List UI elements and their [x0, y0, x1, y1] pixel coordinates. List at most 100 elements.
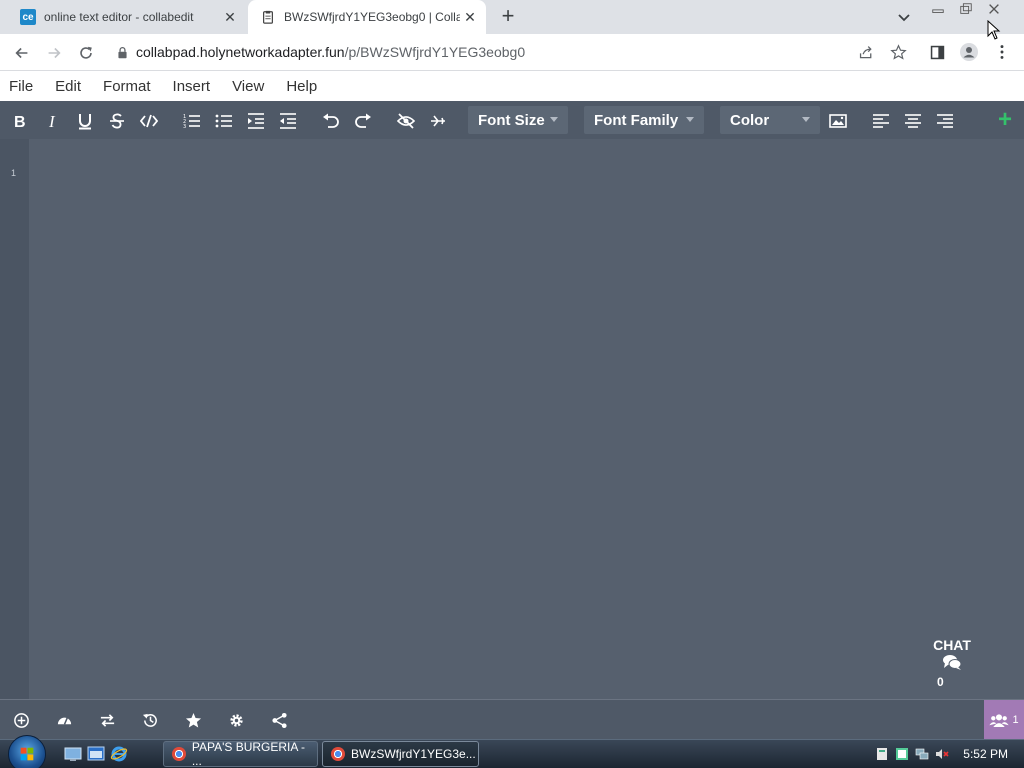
chrome-icon [331, 747, 345, 761]
url-path: /p/BWzSWfjrdY1YEG3eobg0 [344, 44, 526, 60]
app-bottom-bar: 1 [0, 699, 1024, 740]
svg-text:3: 3 [183, 124, 186, 130]
taskbar-window-collabpad[interactable]: BWzSWfjrdY1YEG3e... [322, 741, 479, 767]
browser-tab-strip: ce online text editor - collabedit ✕ BWz… [0, 0, 1024, 34]
bookmark-star-icon[interactable] [887, 41, 909, 63]
star-icon[interactable] [183, 710, 203, 730]
tab-search-chevron-icon[interactable] [894, 7, 914, 27]
taskbar-window-papas-burgeria[interactable]: PAPA'S BURGERIA - ... [163, 740, 318, 768]
redo-icon[interactable] [352, 110, 374, 132]
clock-time[interactable]: 5:52 PM [963, 747, 1008, 761]
line-number: 1 [11, 168, 17, 178]
add-plus-icon[interactable]: + [994, 108, 1016, 132]
swap-arrows-icon[interactable] [97, 710, 117, 730]
forward-arrow-icon[interactable] [42, 41, 66, 65]
volume-muted-icon[interactable] [935, 747, 949, 761]
font-family-label: Font Family [594, 111, 679, 129]
tab-title: online text editor - collabedit [44, 10, 194, 24]
chat-bubbles-icon [943, 655, 962, 670]
svg-text:I: I [48, 112, 56, 130]
color-label: Color [730, 111, 770, 129]
mouse-cursor-icon [987, 20, 1001, 40]
menu-format[interactable]: Format [103, 78, 151, 95]
new-tab-button[interactable]: + [496, 5, 520, 29]
font-size-label: Font Size [478, 111, 545, 129]
share-nodes-icon[interactable] [269, 710, 289, 730]
speedometer-icon[interactable] [54, 710, 74, 730]
align-center-icon[interactable] [902, 110, 924, 132]
users-icon [989, 714, 1010, 727]
url-host: collabpad.holynetworkadapter.fun [136, 44, 345, 60]
caret-down-icon [686, 117, 694, 122]
settings-gear-icon[interactable] [226, 710, 246, 730]
hide-eye-icon[interactable] [395, 110, 417, 132]
start-orb-icon[interactable] [8, 735, 46, 768]
chat-button[interactable]: CHAT 0 [912, 628, 992, 696]
network-icon[interactable] [915, 747, 929, 761]
underline-icon[interactable] [74, 110, 96, 132]
line-number-gutter: 1 [0, 139, 29, 699]
align-right-icon[interactable] [934, 110, 956, 132]
close-tab-icon[interactable]: ✕ [460, 7, 480, 27]
minimize-icon[interactable] [924, 0, 952, 18]
menu-insert[interactable]: Insert [173, 78, 211, 95]
image-icon[interactable] [827, 110, 849, 132]
browser-toolbar: collabpad.holynetworkadapter.fun/p/BWzSW… [0, 34, 1024, 71]
tray-app-icon[interactable] [875, 747, 889, 761]
caret-down-icon [550, 117, 558, 122]
chat-label: CHAT [933, 637, 971, 653]
profile-avatar-icon[interactable] [958, 41, 980, 63]
history-icon[interactable] [140, 710, 160, 730]
browser-tab-collabpad[interactable]: BWzSWfjrdY1YEG3eobg0 | Collabpad ✕ [248, 0, 486, 34]
clipboard-favicon-icon [260, 9, 276, 25]
color-dropdown[interactable]: Color [720, 106, 820, 134]
browser-menu-icon[interactable] [991, 41, 1013, 63]
add-circle-icon[interactable] [11, 710, 31, 730]
browser-tab-collabedit[interactable]: ce online text editor - collabedit ✕ [8, 0, 246, 34]
italic-icon[interactable]: I [42, 110, 64, 132]
strikethrough-icon[interactable] [106, 110, 128, 132]
chrome-icon [172, 747, 186, 761]
reload-icon[interactable] [74, 41, 98, 65]
code-icon[interactable] [138, 110, 160, 132]
window-controls [924, 0, 1008, 18]
outdent-icon[interactable] [277, 110, 299, 132]
users-count: 1 [1012, 714, 1019, 726]
collabedit-favicon-icon: ce [20, 9, 36, 25]
bold-icon[interactable]: B [9, 110, 31, 132]
tray-app-icon[interactable] [895, 747, 909, 761]
font-family-dropdown[interactable]: Font Family [584, 106, 704, 134]
system-tray: 5:52 PM [875, 740, 1024, 768]
share-icon[interactable] [855, 41, 877, 63]
editor-toolbar: B I 123 Font Size Font Family Color + [0, 101, 1024, 139]
bullet-list-icon[interactable] [213, 110, 235, 132]
close-tab-icon[interactable]: ✕ [220, 7, 240, 27]
airplane-icon[interactable] [427, 110, 449, 132]
windows-taskbar: PAPA'S BURGERIA - ... BWzSWfjrdY1YEG3e..… [0, 735, 1024, 768]
lock-icon[interactable] [108, 46, 136, 59]
close-window-icon[interactable] [980, 0, 1008, 18]
menu-help[interactable]: Help [286, 78, 317, 95]
address-bar[interactable]: collabpad.holynetworkadapter.fun/p/BWzSW… [108, 37, 918, 67]
app-menubar: File Edit Format Insert View Help [0, 71, 1024, 101]
taskbar-window-label: PAPA'S BURGERIA - ... [191, 740, 306, 768]
show-desktop-icon[interactable] [64, 745, 82, 763]
side-panel-icon[interactable] [926, 41, 948, 63]
menu-edit[interactable]: Edit [55, 78, 81, 95]
back-arrow-icon[interactable] [10, 41, 34, 65]
tab-title: BWzSWfjrdY1YEG3eobg0 | Collabpad [284, 10, 460, 24]
undo-icon[interactable] [320, 110, 342, 132]
explorer-window-icon[interactable] [87, 745, 105, 763]
restore-icon[interactable] [952, 0, 980, 18]
menu-file[interactable]: File [9, 78, 33, 95]
menu-view[interactable]: View [232, 78, 264, 95]
ordered-list-icon[interactable]: 123 [181, 110, 203, 132]
font-size-dropdown[interactable]: Font Size [468, 106, 568, 134]
svg-text:B: B [14, 114, 26, 130]
online-users-button[interactable]: 1 [984, 700, 1024, 740]
align-left-icon[interactable] [870, 110, 892, 132]
indent-icon[interactable] [245, 110, 267, 132]
text-editor-area[interactable] [29, 139, 1024, 699]
taskbar-window-label: BWzSWfjrdY1YEG3e... [351, 747, 476, 761]
internet-explorer-icon[interactable] [110, 745, 128, 763]
